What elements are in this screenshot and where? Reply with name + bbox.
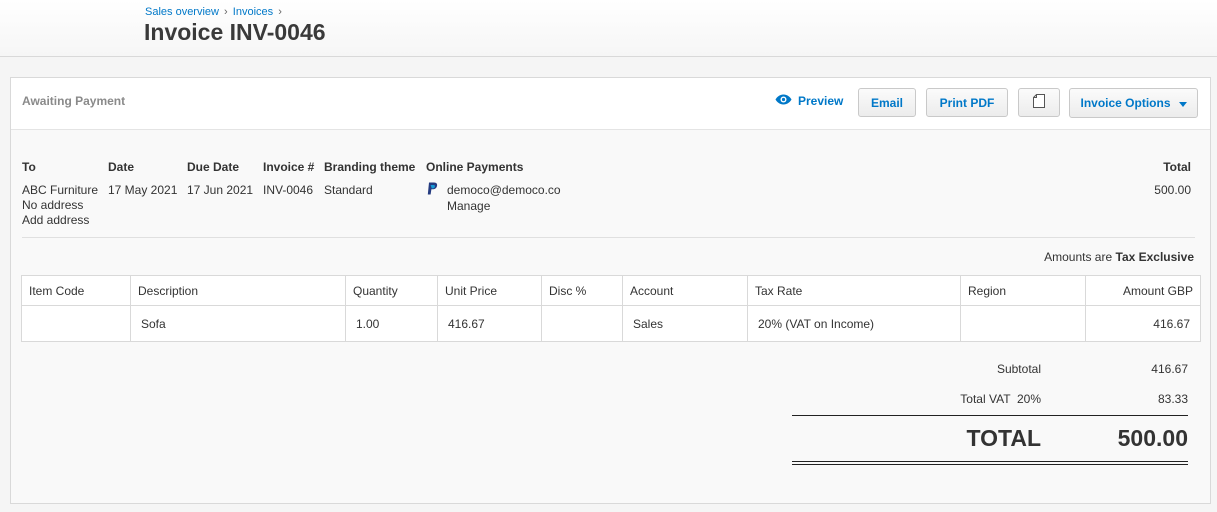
email-button[interactable]: Email	[858, 88, 916, 117]
total-vat-value: 83.33	[1157, 392, 1188, 406]
column-header-description: Description	[130, 275, 346, 306]
cell-amount: 416.67	[1085, 305, 1201, 342]
manage-payments-link[interactable]: Manage	[447, 199, 490, 213]
branding-theme-label: Branding theme	[324, 160, 416, 174]
column-header-item-code: Item Code	[21, 275, 131, 306]
contact-link[interactable]: ABC Furniture	[22, 183, 98, 197]
cell-description: Sofa	[130, 305, 346, 342]
page-header: Sales overview › Invoices › Invoice INV-…	[0, 0, 1217, 57]
tax-mode-prefix: Amounts are	[1044, 250, 1113, 264]
invoice-toolbar: Awaiting Payment Preview Email Print PDF	[11, 78, 1210, 130]
grand-total-label: TOTAL	[966, 425, 1041, 451]
column-header-tax-rate: Tax Rate	[747, 275, 961, 306]
column-header-amount: Amount GBP	[1085, 275, 1201, 306]
column-header-discount: Disc %	[541, 275, 623, 306]
tax-mode-note: Amounts are Tax Exclusive	[1044, 250, 1194, 264]
print-pdf-button[interactable]: Print PDF	[926, 88, 1008, 117]
invoice-options-label: Invoice Options	[1080, 96, 1171, 110]
due-date-label: Due Date	[187, 160, 240, 174]
breadcrumb-separator: ›	[224, 6, 228, 18]
branding-theme-value: Standard	[324, 183, 373, 197]
invoice-options-dropdown[interactable]: Invoice Options	[1069, 88, 1198, 118]
total-label: Total	[1163, 160, 1191, 174]
paypal-icon	[427, 182, 438, 198]
cell-quantity: 1.00	[345, 305, 438, 342]
table-header-row: Item Code Description Quantity Unit Pric…	[21, 275, 1201, 306]
status-label: Awaiting Payment	[22, 94, 126, 108]
cell-tax-rate: 20% (VAT on Income)	[747, 305, 961, 342]
total-vat-label: Total VAT 20%	[960, 392, 1041, 406]
paypal-account: democo@democo.co	[447, 183, 561, 197]
due-date-value: 17 Jun 2021	[187, 183, 254, 197]
total-divider	[792, 415, 1188, 416]
total-double-underline	[792, 461, 1188, 465]
online-payments-label: Online Payments	[426, 160, 524, 174]
contact-address: No address	[22, 198, 84, 212]
line-items-table: Item Code Description Quantity Unit Pric…	[21, 275, 1201, 342]
cell-unit-price: 416.67	[437, 305, 542, 342]
total-value: 500.00	[1154, 183, 1191, 197]
table-row[interactable]: Sofa 1.00 416.67 Sales 20% (VAT on Incom…	[21, 305, 1201, 342]
column-header-region: Region	[960, 275, 1086, 306]
page-title: Invoice INV-0046	[144, 19, 326, 45]
eye-icon	[775, 94, 792, 108]
subtotal-label: Subtotal	[996, 362, 1041, 376]
chevron-down-icon	[1178, 101, 1187, 107]
breadcrumb-separator: ›	[278, 6, 282, 18]
grand-total-value: 500.00	[1117, 425, 1188, 451]
date-value: 17 May 2021	[108, 183, 178, 197]
breadcrumb: Sales overview › Invoices ›	[145, 6, 284, 18]
column-header-quantity: Quantity	[345, 275, 438, 306]
copy-document-icon	[1033, 94, 1045, 111]
cell-account: Sales	[622, 305, 748, 342]
column-header-account: Account	[622, 275, 748, 306]
copy-button[interactable]	[1018, 88, 1060, 117]
column-header-unit-price: Unit Price	[437, 275, 542, 306]
date-label: Date	[108, 160, 135, 174]
to-label: To	[22, 160, 36, 174]
add-address-link[interactable]: Add address	[22, 213, 89, 227]
breadcrumb-sales-overview[interactable]: Sales overview	[145, 6, 219, 18]
details-divider	[22, 237, 1195, 238]
invoice-number-label: Invoice #	[263, 160, 315, 174]
cell-region	[960, 305, 1086, 342]
preview-label: Preview	[798, 94, 844, 108]
invoice-card: Awaiting Payment Preview Email Print PDF	[10, 77, 1211, 504]
breadcrumb-invoices[interactable]: Invoices	[233, 6, 273, 18]
invoice-number-value: INV-0046	[263, 183, 314, 197]
tax-mode-value: Tax Exclusive	[1115, 250, 1195, 264]
cell-discount	[541, 305, 623, 342]
subtotal-value: 416.67	[1151, 362, 1188, 376]
preview-button[interactable]: Preview	[775, 94, 843, 108]
cell-item-code	[21, 305, 131, 342]
